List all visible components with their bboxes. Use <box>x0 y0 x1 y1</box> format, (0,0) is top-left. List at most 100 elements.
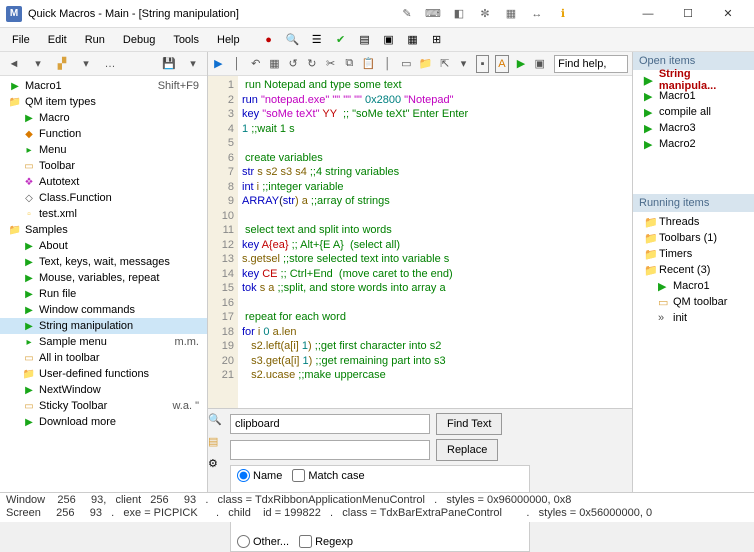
cut-icon[interactable]: ✂ <box>324 55 337 73</box>
tool-icon[interactable]: ↔ <box>529 6 545 22</box>
tool-icon[interactable]: ✎ <box>399 6 415 22</box>
list-icon[interactable]: ☰ <box>308 31 326 49</box>
tree-item[interactable]: ▶Text, keys, wait, messages <box>0 254 207 270</box>
search-input[interactable] <box>230 414 430 434</box>
run-icon[interactable]: ▶ <box>212 55 225 73</box>
folder-icon: 📁 <box>644 264 656 277</box>
item-label: All in toolbar <box>39 352 100 364</box>
opt-name[interactable]: Name <box>237 469 282 482</box>
down-icon[interactable]: ▾ <box>457 55 470 73</box>
dropdown-icon[interactable]: ▾ <box>28 55 48 73</box>
menu-debug[interactable]: Debug <box>115 32 163 48</box>
find-help-combo[interactable] <box>554 55 628 73</box>
tree-item[interactable]: ▶String manipulation <box>0 318 207 334</box>
check-icon[interactable]: ✔ <box>332 31 350 49</box>
sheet-icon[interactable]: ▤ <box>356 31 374 49</box>
list-item[interactable]: 📁Toolbars (1) <box>633 230 754 246</box>
options-icon[interactable]: ⚙ <box>208 457 224 473</box>
maximize-button[interactable]: ☐ <box>668 0 708 28</box>
tool-icon[interactable]: ◧ <box>451 6 467 22</box>
copy-icon[interactable]: ▣ <box>380 31 398 49</box>
tree-item[interactable]: 📁User-defined functions <box>0 366 207 382</box>
tree-item[interactable]: ▭All in toolbar <box>0 350 207 366</box>
tree-item[interactable]: ▶Macro1Shift+F9 <box>0 78 207 94</box>
item-label: String manipulation <box>39 320 133 332</box>
record-icon[interactable]: ● <box>260 31 278 49</box>
tool-icon[interactable]: ▦ <box>503 6 519 22</box>
undo-icon[interactable]: ↺ <box>287 55 300 73</box>
tool-icon[interactable]: ℹ <box>555 6 571 22</box>
stop-icon[interactable]: ▣ <box>533 55 546 73</box>
bookmark-icon[interactable]: ▭ <box>400 55 413 73</box>
tree-item[interactable]: 📁QM item types <box>0 94 207 110</box>
folder-icon[interactable]: 📁 <box>419 55 433 73</box>
menu-icon: ▸ <box>22 335 36 349</box>
window-icon[interactable]: ▦ <box>404 31 422 49</box>
opt-matchcase[interactable]: Match case <box>292 469 364 482</box>
dropdown-icon[interactable]: ▾ <box>183 55 203 73</box>
item-tree[interactable]: ▶Macro1Shift+F9📁QM item types▶Macro◆Func… <box>0 76 207 492</box>
more-icon[interactable]: … <box>100 55 120 73</box>
tree-item[interactable]: ▶NextWindow <box>0 382 207 398</box>
list-item[interactable]: ▶Macro3 <box>633 120 754 136</box>
grid-icon[interactable]: ⊞ <box>428 31 446 49</box>
props-icon[interactable]: ▦ <box>268 55 281 73</box>
code-editor[interactable]: run Notepad and type some textrun "notep… <box>238 76 632 408</box>
find-button[interactable]: Find Text <box>436 413 502 435</box>
back-icon[interactable]: ◄ <box>4 55 24 73</box>
back-icon[interactable]: ↶ <box>249 55 262 73</box>
highlight-icon[interactable]: ▤ <box>208 435 224 451</box>
opt-regexp[interactable]: Regexp <box>299 535 353 548</box>
paste-icon[interactable]: 📋 <box>362 55 376 73</box>
replace-input[interactable] <box>230 440 430 460</box>
list-item[interactable]: 📁Timers <box>633 246 754 262</box>
list-item[interactable]: 📁Recent (3) <box>633 262 754 278</box>
copy-icon[interactable]: ⧉ <box>343 55 356 73</box>
tree-item[interactable]: ▶About <box>0 238 207 254</box>
save-icon[interactable]: 💾 <box>159 55 179 73</box>
tree-item[interactable]: ▭Toolbar <box>0 158 207 174</box>
menu-file[interactable]: File <box>4 32 38 48</box>
search-icon[interactable]: 🔍 <box>208 413 224 429</box>
list-item[interactable]: ▭QM toolbar <box>633 294 754 310</box>
replace-button[interactable]: Replace <box>436 439 498 461</box>
titlebar-tools: ✎ ⌨ ◧ ✼ ▦ ↔ ℹ <box>399 6 571 22</box>
dropdown-icon[interactable]: ▾ <box>76 55 96 73</box>
close-button[interactable]: ✕ <box>708 0 748 28</box>
menu-run[interactable]: Run <box>77 32 113 48</box>
minimize-button[interactable]: — <box>628 0 668 28</box>
item-label: QM item types <box>25 96 96 108</box>
tree-item[interactable]: ◆Function <box>0 126 207 142</box>
list-item[interactable]: ▶compile all <box>633 104 754 120</box>
tree-item[interactable]: ❖Autotext <box>0 174 207 190</box>
list-item[interactable]: ▶Macro1 <box>633 278 754 294</box>
menu-help[interactable]: Help <box>209 32 248 48</box>
export-icon[interactable]: ⇱ <box>438 55 451 73</box>
menu-tools[interactable]: Tools <box>165 32 207 48</box>
tree-item[interactable]: ▸Sample menum.m. <box>0 334 207 350</box>
redo-icon[interactable]: ↻ <box>306 55 319 73</box>
play-small-icon[interactable]: ▶ <box>515 55 528 73</box>
list-item[interactable]: ▶Macro2 <box>633 136 754 152</box>
list-item[interactable]: »init <box>633 310 754 326</box>
tree-item[interactable]: ▶Run file <box>0 286 207 302</box>
search-icon[interactable]: 🔍 <box>284 31 302 49</box>
tool-icon[interactable]: ✼ <box>477 6 493 22</box>
tree-item[interactable]: ▶Window commands <box>0 302 207 318</box>
tree-item[interactable]: ▶Macro <box>0 110 207 126</box>
menu-edit[interactable]: Edit <box>40 32 75 48</box>
opt-other[interactable]: Other... <box>237 535 289 548</box>
tree-item[interactable]: ◇Class.Function <box>0 190 207 206</box>
a-icon[interactable]: A <box>495 55 508 73</box>
tree-item[interactable]: ▫test.xml <box>0 206 207 222</box>
tree-item[interactable]: 📁Samples <box>0 222 207 238</box>
tool-icon[interactable]: ⌨ <box>425 6 441 22</box>
tree-item[interactable]: ▶Mouse, variables, repeat <box>0 270 207 286</box>
select-icon[interactable]: ▪ <box>476 55 489 73</box>
list-item[interactable]: ▶String manipula... <box>633 72 754 88</box>
tree-item[interactable]: ▶Download more <box>0 414 207 430</box>
tree-item[interactable]: ▸Menu <box>0 142 207 158</box>
new-icon[interactable]: ▞ <box>52 55 72 73</box>
tree-item[interactable]: ▭Sticky Toolbarw.a. " <box>0 398 207 414</box>
list-item[interactable]: 📁Threads <box>633 214 754 230</box>
